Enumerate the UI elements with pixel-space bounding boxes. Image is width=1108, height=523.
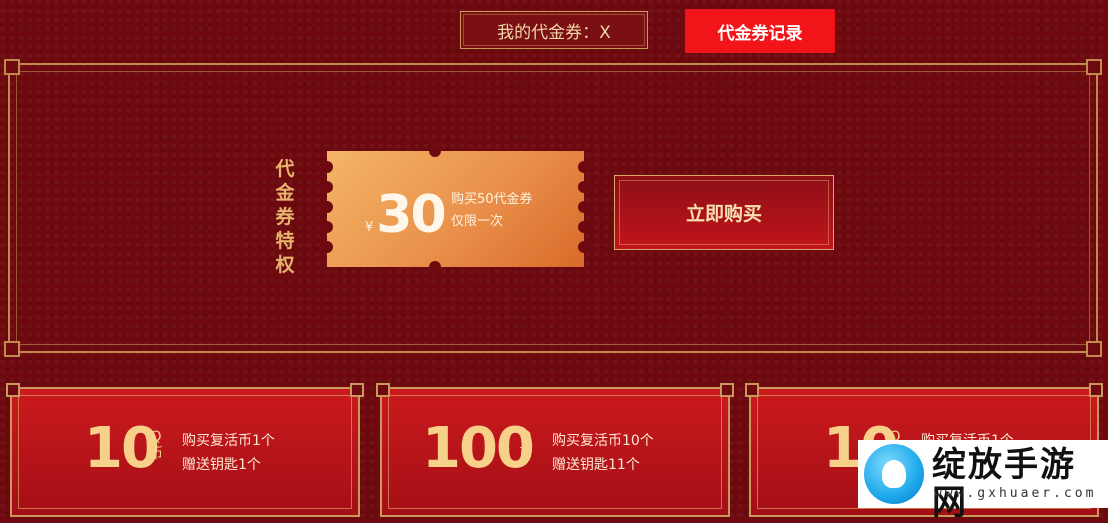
ticket-notch — [321, 241, 333, 253]
watermark-url: www.gxhuaer.com — [934, 486, 1097, 501]
card-corner — [6, 383, 20, 397]
package-desc-line2: 赠送钥匙11个 — [552, 457, 640, 473]
frame-corner — [4, 341, 20, 357]
frame-corner — [4, 59, 20, 75]
privilege-title-char: 特 — [275, 230, 295, 252]
card-corner — [745, 383, 759, 397]
privilege-title-char: 券 — [275, 206, 295, 228]
ticket-notch — [578, 181, 590, 193]
privilege-title-char: 代 — [275, 158, 295, 180]
package-amount: 100 — [422, 416, 535, 481]
currency-symbol: ¥ — [365, 220, 374, 235]
package-desc-line1: 购买复活币10个 — [552, 433, 654, 449]
unit-coin: 币 — [519, 446, 533, 462]
ticket-notch — [321, 181, 333, 193]
my-voucher-balance: 我的代金券：X — [460, 11, 648, 49]
ticket-notch — [578, 161, 590, 173]
card-corner — [350, 383, 364, 397]
coupon-amount-group: ¥ 30 — [365, 181, 447, 245]
ticket-notch — [429, 261, 441, 273]
top-bar: 我的代金券：X 代金券记录 — [0, 9, 1108, 53]
card-corner — [720, 383, 734, 397]
coupon-desc-line1: 购买50代金券 — [451, 192, 533, 207]
card-corner — [376, 383, 390, 397]
package-card[interactable]: 100 Q 币 购买复活币10个 赠送钥匙11个 — [376, 383, 734, 517]
ticket-notch — [429, 145, 441, 157]
buy-now-label: 立即购买 — [685, 203, 762, 225]
octopus-logo-icon — [864, 444, 924, 504]
privilege-title: 代 金 券 特 权 — [273, 157, 297, 277]
package-desc-line2: 赠送钥匙1个 — [182, 457, 261, 473]
unit-coin: 币 — [149, 446, 163, 462]
package-description: 购买复活币1个 赠送钥匙1个 — [182, 429, 275, 477]
ticket-notch — [578, 241, 590, 253]
card-corner — [1089, 383, 1103, 397]
watermark-name: 绽放手游网 — [932, 445, 1076, 523]
unit-q: Q — [520, 429, 532, 445]
ticket-notch — [321, 221, 333, 233]
buy-now-button[interactable]: 立即购买 — [614, 175, 834, 250]
privilege-title-char: 权 — [275, 254, 295, 276]
frame-corner — [1086, 341, 1102, 357]
coupon-amount: 30 — [376, 185, 446, 245]
coupon-ticket: ¥ 30 购买50代金券 仅限一次 — [321, 145, 590, 273]
site-watermark: 绽放手游网 www.gxhuaer.com — [858, 440, 1108, 522]
package-unit: Q 币 — [148, 429, 164, 463]
package-card[interactable]: 10 Q 币 购买复活币1个 赠送钥匙1个 — [6, 383, 364, 517]
ticket-notch — [321, 161, 333, 173]
voucher-record-button[interactable]: 代金券记录 — [685, 9, 835, 53]
package-description: 购买复活币10个 赠送钥匙11个 — [552, 429, 654, 477]
coupon-desc-line2: 仅限一次 — [451, 214, 504, 229]
package-unit: Q 币 — [518, 429, 534, 463]
privilege-title-char: 金 — [275, 182, 295, 204]
unit-q: Q — [150, 429, 162, 445]
ticket-notch — [578, 201, 590, 213]
package-amount: 10 — [84, 416, 160, 481]
coupon-description: 购买50代金券 仅限一次 — [451, 189, 533, 233]
package-desc-line1: 购买复活币1个 — [182, 433, 275, 449]
ticket-notch — [578, 221, 590, 233]
frame-corner — [1086, 59, 1102, 75]
ticket-notch — [321, 201, 333, 213]
